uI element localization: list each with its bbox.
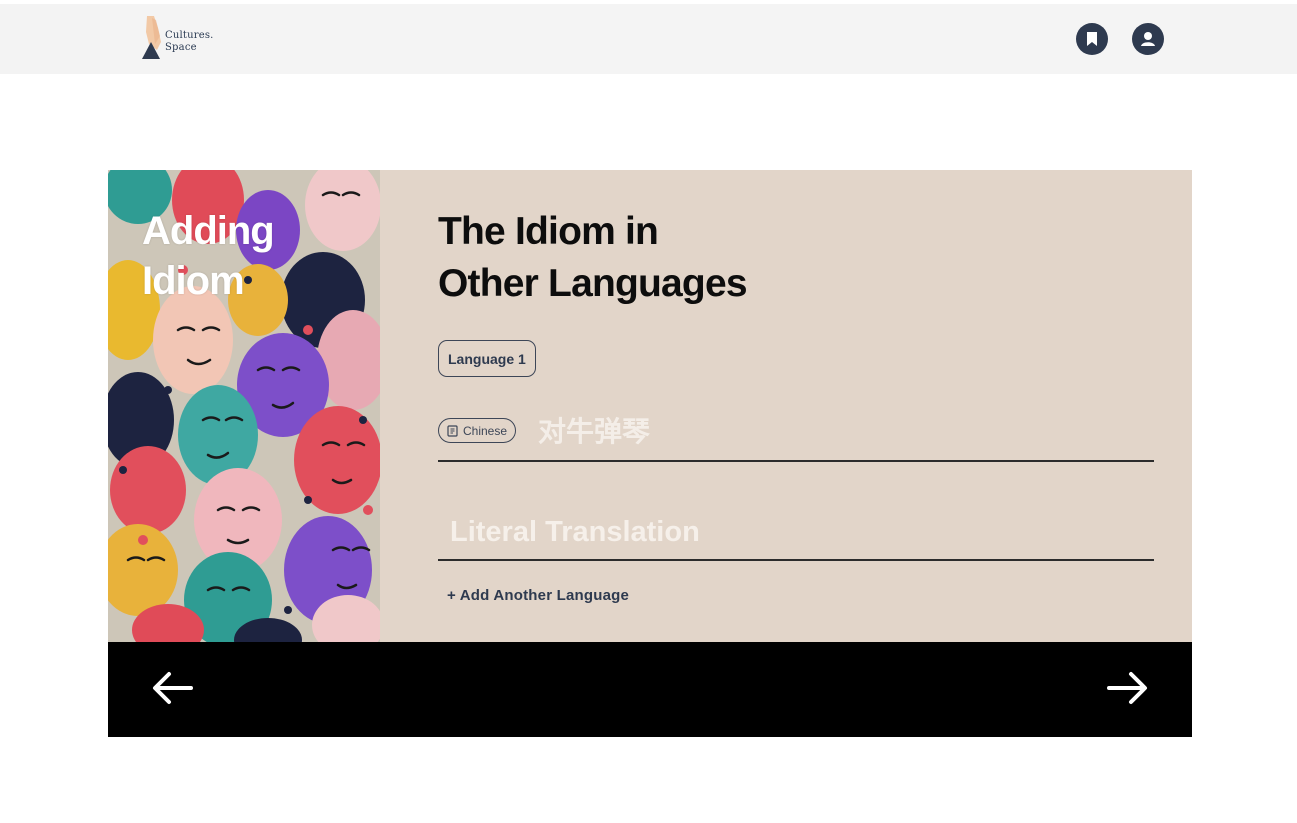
profile-button[interactable] bbox=[1132, 23, 1164, 55]
idiom-card: Adding Idiom The Idiom in Other Language… bbox=[108, 170, 1192, 737]
language-select-pill[interactable]: Chinese bbox=[438, 418, 517, 443]
dictionary-icon bbox=[447, 424, 458, 437]
navigation-bar bbox=[108, 642, 1192, 737]
form-panel: The Idiom in Other Languages Language 1 … bbox=[380, 170, 1192, 642]
back-button[interactable] bbox=[148, 666, 198, 710]
art-title-line-1: Adding bbox=[142, 209, 275, 253]
logo-text: Cultures. Space bbox=[165, 30, 214, 54]
arrow-right-icon bbox=[1107, 672, 1147, 704]
idiom-input[interactable] bbox=[538, 410, 1138, 450]
user-icon bbox=[1141, 32, 1155, 46]
logo-mark-icon bbox=[142, 16, 161, 59]
arrow-left-icon bbox=[153, 672, 193, 704]
page-title-line-1: The Idiom in bbox=[438, 210, 659, 253]
add-another-language-link[interactable]: + Add Another Language bbox=[447, 587, 629, 604]
translation-underline bbox=[438, 559, 1154, 561]
logo-line-1: Cultures. bbox=[165, 30, 214, 41]
language-tag: Language 1 bbox=[438, 340, 536, 377]
language-pill-label: Chinese bbox=[463, 423, 508, 438]
page-title: The Idiom in Other Languages bbox=[438, 206, 748, 310]
header-inner bbox=[100, 4, 1190, 74]
logo-line-2: Space bbox=[165, 42, 197, 53]
next-button[interactable] bbox=[1102, 666, 1152, 710]
literal-translation-input[interactable] bbox=[450, 508, 1140, 556]
bookmark-icon bbox=[1087, 32, 1097, 46]
idiom-underline bbox=[438, 460, 1154, 462]
faces-illustration: Adding Idiom bbox=[108, 170, 380, 642]
logo[interactable]: Cultures. Space bbox=[141, 14, 221, 62]
page-title-line-2: Other Languages bbox=[438, 262, 748, 305]
art-title: Adding Idiom bbox=[142, 206, 275, 306]
bookmark-button[interactable] bbox=[1076, 23, 1108, 55]
art-title-line-2: Idiom bbox=[142, 259, 245, 303]
